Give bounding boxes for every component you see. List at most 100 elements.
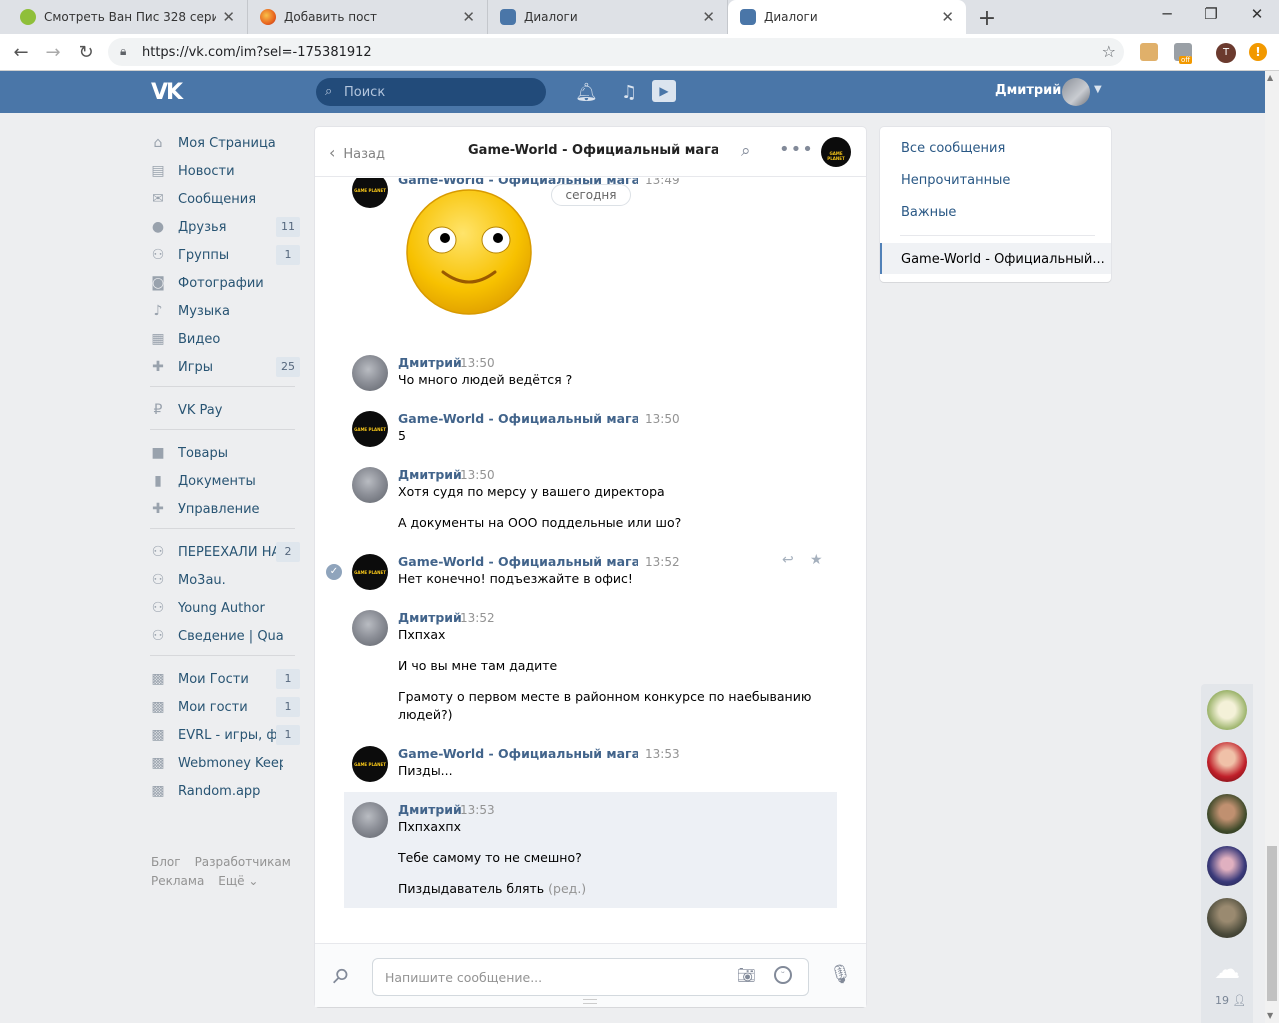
message-author[interactable]: Дмитрий [398,355,462,370]
profile-avatar[interactable]: T [1216,43,1236,63]
sidebar-item[interactable]: ✚ Игры 25 [150,353,300,381]
active-dialog-item[interactable]: Game-World - Официальный... [880,243,1111,274]
header-user-name[interactable]: Дмитрий [995,83,1061,98]
sidebar-item[interactable]: ⌂ Моя Страница [150,129,300,157]
scrollbar-thumb[interactable] [1267,846,1277,1001]
online-count[interactable]: 19 👤︎ [1215,994,1246,1007]
avatar[interactable] [352,746,388,782]
sidebar-item[interactable]: ▤ Новости [150,157,300,185]
avatar[interactable] [352,467,388,503]
footer-link[interactable]: Ещё ⌄ [218,874,258,888]
browser-tab-active[interactable]: Диалоги ✕ [728,0,966,34]
forward-arrow-icon[interactable]: → [42,42,64,63]
chat-avatar[interactable] [1207,846,1247,886]
message[interactable]: Game-World - Официальный магазин ... 13:… [315,411,866,456]
sidebar-item[interactable]: ▮ Документы [150,467,300,495]
maximize-icon[interactable]: ❐ [1196,5,1226,23]
message-author[interactable]: Дмитрий [398,610,462,625]
avatar[interactable] [352,610,388,646]
scroll-down-icon[interactable]: ▼ [1267,1011,1273,1020]
microphone-icon[interactable]: 🎙︎ [829,964,852,985]
filter-unread[interactable]: Непрочитанные [901,173,1010,188]
message-time[interactable]: 13:49 [645,178,680,187]
back-button[interactable]: ‹ Назад [329,143,385,162]
sidebar-item[interactable]: ● Друзья 11 [150,213,300,241]
sidebar-item[interactable]: ✉ Сообщения [150,185,300,213]
avatar[interactable] [1062,78,1090,106]
back-arrow-icon[interactable]: ← [10,42,32,63]
bell-icon[interactable]: 🔔︎ [575,82,598,103]
message-author[interactable]: Дмитрий [398,802,462,817]
peer-avatar[interactable] [821,137,851,167]
search-input[interactable]: ⌕ Поиск [316,78,546,106]
check-icon[interactable]: ✓ [326,564,342,580]
sidebar-item[interactable]: ▦ Видео [150,325,300,353]
reload-icon[interactable]: ↻ [75,42,97,63]
counter-badge[interactable]: 1 [276,697,300,717]
message[interactable]: Дмитрий 13:52 Пхпхах И чо вы мне там дад… [315,610,866,722]
sidebar-item[interactable]: ▩ Мои Гости 1 [150,665,300,693]
message-author[interactable]: Game-World - Официальный магазин ... [398,746,638,761]
filter-important[interactable]: Важные [901,205,956,220]
message[interactable]: ✓ Game-World - Официальный магазин ... 1… [315,552,866,599]
sidebar-item[interactable]: ◙ Фотографии [150,269,300,297]
avatar[interactable] [352,411,388,447]
message-author[interactable]: Game-World - Официальный магазин ... [398,554,638,569]
music-icon[interactable]: ♫ [621,82,637,103]
chat-avatar[interactable] [1207,794,1247,834]
bookmark-star-icon[interactable]: ☆ [1102,42,1116,61]
footer-link[interactable]: Разработчикам [195,855,291,869]
url-input[interactable]: 🔒︎ https://vk.com/im?sel=-175381912 ☆ [108,38,1124,66]
avatar[interactable] [352,178,388,208]
reply-icon[interactable]: ↩ [782,552,794,568]
close-icon[interactable]: ✕ [222,8,235,26]
sidebar-item[interactable]: ⚇ Young Author [150,594,300,622]
counter-badge[interactable]: 25 [276,357,300,377]
browser-tab[interactable]: Диалоги ✕ [488,0,728,34]
sidebar-item[interactable]: ▩ EVRL - игры, фи...1 [150,721,300,749]
message-time[interactable]: 13:53 [645,747,680,761]
chat-avatar[interactable] [1207,742,1247,782]
footer-link[interactable]: Блог [151,855,181,869]
vk-logo[interactable]: VK [151,80,183,105]
more-icon[interactable]: ••• [779,139,814,160]
message[interactable]: Дмитрий 13:50 Хотя судя по мерсу у вашег… [315,467,866,542]
message[interactable]: Game-World - Официальный магазин ... 13:… [315,746,866,791]
browser-tab[interactable]: Смотреть Ван Пис 328 серия на ✕ [8,0,248,34]
update-alert-icon[interactable]: ! [1249,43,1267,61]
star-icon[interactable]: ★ [810,552,823,568]
counter-badge[interactable]: 11 [276,217,300,237]
chat-avatar[interactable] [1207,898,1247,938]
window-close-icon[interactable]: ✕ [1242,5,1272,23]
attach-icon[interactable]: ⚲ [327,962,354,989]
peer-title[interactable]: Game-World - Официальный магази... [468,143,718,158]
camera-icon[interactable]: 📷︎ [737,966,756,984]
message-highlighted[interactable]: Дмитрий 13:53 Пхпхахпх Тебе самому то не… [344,792,837,908]
sidebar-item[interactable]: ▩ Random.app [150,777,300,805]
message-history[interactable]: Game-World - Официальный магазин ... 13:… [315,178,866,943]
extension-icon[interactable] [1140,43,1158,61]
counter-badge[interactable]: 1 [276,725,300,745]
new-tab-button[interactable]: + [976,6,998,31]
sidebar-item[interactable]: ⚇ Группы 1 [150,241,300,269]
message-time[interactable]: 13:53 [460,803,495,817]
message-time[interactable]: 13:52 [460,611,495,625]
sidebar-item[interactable]: ⚇ ПЕРЕЕХАЛИ НА... 2 [150,538,300,566]
counter-badge[interactable]: 1 [276,245,300,265]
sidebar-item[interactable]: ⚇ Сведение | QuazaR [150,622,300,650]
sidebar-item[interactable]: ▩ Webmoney Keeper [150,749,300,777]
sidebar-item[interactable]: ₽ VK Pay [150,396,300,424]
message-time[interactable]: 13:50 [460,356,495,370]
avatar[interactable] [352,355,388,391]
search-icon[interactable]: ⌕ [741,141,751,161]
emoji-icon[interactable]: ᵕ [774,966,792,984]
sidebar-item[interactable]: ▩ Мои гости 1 [150,693,300,721]
minimize-icon[interactable]: ─ [1152,5,1182,23]
message-time[interactable]: 13:50 [645,412,680,426]
close-icon[interactable]: ✕ [702,8,715,26]
message-author[interactable]: Game-World - Официальный магазин ... [398,411,638,426]
chevron-down-icon[interactable]: ▼ [1094,84,1102,95]
avatar[interactable] [352,802,388,838]
close-icon[interactable]: ✕ [941,8,954,26]
filter-all[interactable]: Все сообщения [901,141,1005,156]
